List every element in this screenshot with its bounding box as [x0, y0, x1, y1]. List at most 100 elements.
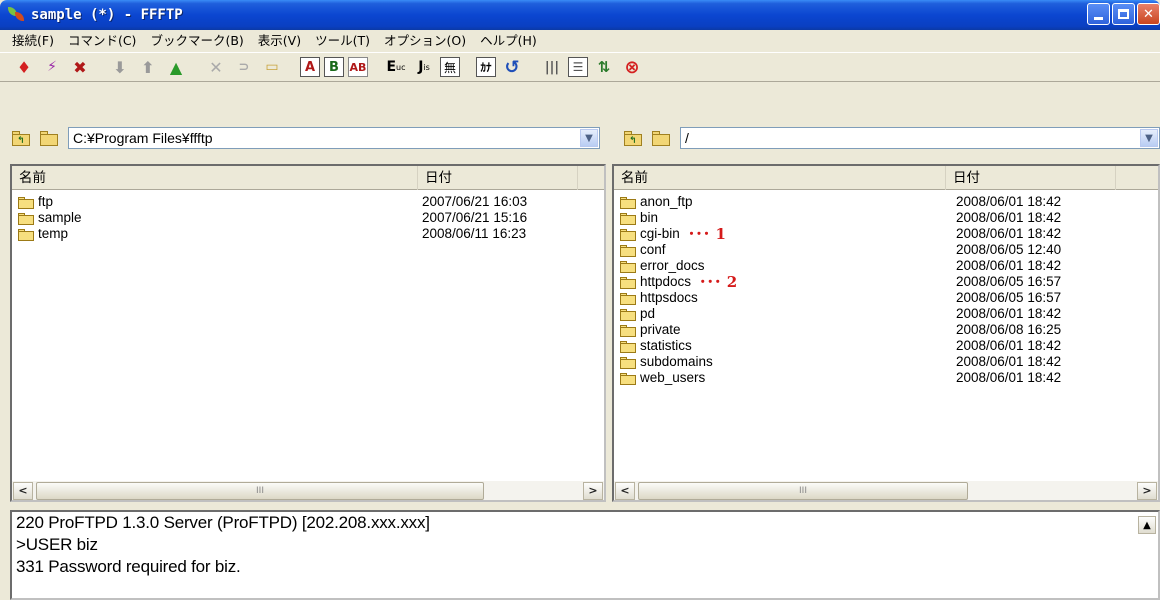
mkdir-icon[interactable]: ▭	[260, 55, 284, 79]
menu-options[interactable]: オプション(O)	[380, 30, 476, 52]
list-view-icon[interactable]: |||	[540, 55, 564, 79]
file-name-cell[interactable]: cgi-bin ･･･ 1	[620, 226, 726, 242]
scroll-thumb[interactable]: III	[36, 481, 484, 500]
scroll-thumb[interactable]: III	[638, 481, 968, 500]
local-col-name[interactable]: 名前	[12, 166, 418, 190]
rename-icon[interactable]: ⊃	[232, 55, 256, 79]
folder-icon	[620, 196, 637, 209]
detail-view-icon[interactable]: ☰	[568, 57, 588, 77]
scroll-up-icon[interactable]: ▲	[1138, 516, 1156, 534]
menu-connect[interactable]: 接続(F)	[8, 30, 64, 52]
close-button[interactable]: ✕	[1137, 3, 1160, 25]
file-name-cell[interactable]: httpsdocs	[620, 290, 698, 306]
file-row[interactable]: subdomains 2008/06/01 18:42	[614, 354, 1158, 370]
file-name-cell[interactable]: error_docs	[620, 258, 705, 274]
remote-col-date[interactable]: 日付	[946, 166, 1116, 190]
file-row[interactable]: anon_ftp 2008/06/01 18:42	[614, 194, 1158, 210]
scroll-right-icon[interactable]: >	[583, 481, 603, 500]
connect-icon[interactable]: ♦	[12, 55, 36, 79]
menu-view[interactable]: 表示(V)	[254, 30, 311, 52]
disconnect-icon[interactable]: ✖	[68, 55, 92, 79]
folder-icon	[620, 372, 637, 385]
scroll-left-icon[interactable]: <	[615, 481, 635, 500]
file-name-cell[interactable]: ftp	[18, 194, 53, 210]
menu-command[interactable]: コマンド(C)	[64, 30, 146, 52]
title-bar[interactable]: sample (*) - FFFTP ✕	[0, 0, 1160, 30]
remote-address-bar: ↰ / ▼	[612, 124, 1160, 152]
file-row[interactable]: sample 2007/06/21 15:16	[12, 210, 604, 226]
ascii-mode-icon[interactable]: A	[300, 57, 320, 77]
upload-icon[interactable]: ⬆	[136, 55, 160, 79]
delete-icon[interactable]: ✕	[204, 55, 228, 79]
maximize-button[interactable]	[1112, 3, 1135, 25]
menu-help[interactable]: ヘルプ(H)	[476, 30, 547, 52]
file-row[interactable]: statistics 2008/06/01 18:42	[614, 338, 1158, 354]
local-parent-folder-icon[interactable]: ↰	[10, 129, 32, 147]
file-row[interactable]: httpdocs ･･･ 2 2008/06/05 16:57	[614, 274, 1158, 290]
file-name-cell[interactable]: conf	[620, 242, 666, 258]
file-name-cell[interactable]: anon_ftp	[620, 194, 693, 210]
file-name-cell[interactable]: httpdocs ･･･ 2	[620, 274, 737, 290]
file-date: 2008/06/01 18:42	[956, 338, 1062, 353]
remote-open-folder-icon[interactable]	[650, 129, 672, 147]
binary-mode-icon[interactable]: B	[324, 57, 344, 77]
file-name-cell[interactable]: bin	[620, 210, 658, 226]
local-open-folder-icon[interactable]	[38, 129, 60, 147]
local-hscrollbar[interactable]: < III >	[12, 480, 604, 500]
local-file-list: ftp 2007/06/21 16:03 sample 2007/06/21 15:1…	[12, 194, 604, 242]
remote-file-pane[interactable]: 名前 日付 anon_ftp 2008/06/01 18:42 bin 2008/06…	[612, 164, 1160, 502]
local-column-header: 名前 日付	[12, 166, 604, 190]
file-name-cell[interactable]: web_users	[620, 370, 705, 386]
no-convert-icon[interactable]: 無	[440, 57, 460, 77]
file-row[interactable]: pd 2008/06/01 18:42	[614, 306, 1158, 322]
remote-col-name[interactable]: 名前	[614, 166, 946, 190]
local-col-date[interactable]: 日付	[418, 166, 578, 190]
auto-mode-icon[interactable]: AB	[348, 57, 368, 77]
file-name-cell[interactable]: sample	[18, 210, 82, 226]
mirror-upload-icon[interactable]: ▲	[164, 55, 188, 79]
chevron-down-icon[interactable]: ▼	[580, 129, 598, 147]
file-name-cell[interactable]: private	[620, 322, 681, 338]
menu-bookmark[interactable]: ブックマーク(B)	[146, 30, 253, 52]
file-name-cell[interactable]: subdomains	[620, 354, 713, 370]
chevron-down-icon[interactable]: ▼	[1140, 129, 1158, 147]
file-row[interactable]: private 2008/06/08 16:25	[614, 322, 1158, 338]
remote-path[interactable]: /	[681, 130, 1140, 146]
file-row[interactable]: httpsdocs 2008/06/05 16:57	[614, 290, 1158, 306]
kana-convert-icon[interactable]: ｶﾅ	[476, 57, 496, 77]
file-name-cell[interactable]: temp	[18, 226, 68, 242]
refresh-icon[interactable]: ↺	[500, 55, 524, 79]
file-row[interactable]: ftp 2007/06/21 16:03	[12, 194, 604, 210]
file-row[interactable]: conf 2008/06/05 12:40	[614, 242, 1158, 258]
euc-icon[interactable]: Euc	[384, 55, 408, 79]
scroll-left-icon[interactable]: <	[13, 481, 33, 500]
quick-connect-icon[interactable]: ⚡	[40, 55, 64, 79]
file-name: private	[640, 322, 681, 337]
file-name-cell[interactable]: statistics	[620, 338, 692, 354]
folder-icon	[620, 228, 637, 241]
log-window[interactable]: 220 ProFTPD 1.3.0 Server (ProFTPD) [202.…	[10, 510, 1160, 600]
local-path[interactable]: C:¥Program Files¥ffftp	[69, 130, 580, 146]
file-name: httpdocs	[640, 274, 692, 289]
menu-tools[interactable]: ツール(T)	[311, 30, 380, 52]
file-row[interactable]: web_users 2008/06/01 18:42	[614, 370, 1158, 386]
minimize-button[interactable]	[1087, 3, 1110, 25]
file-row[interactable]: bin 2008/06/01 18:42	[614, 210, 1158, 226]
jis-icon[interactable]: Jis	[412, 55, 436, 79]
file-name-cell[interactable]: pd	[620, 306, 655, 322]
file-date: 2008/06/08 16:25	[956, 322, 1062, 337]
folder-icon	[620, 356, 637, 369]
file-row[interactable]: cgi-bin ･･･ 1 2008/06/01 18:42	[614, 226, 1158, 242]
ffftp-app-icon[interactable]	[8, 6, 26, 24]
file-row[interactable]: temp 2008/06/11 16:23	[12, 226, 604, 242]
remote-parent-folder-icon[interactable]: ↰	[622, 129, 644, 147]
download-icon[interactable]: ⬇	[108, 55, 132, 79]
remote-path-combo[interactable]: / ▼	[680, 127, 1160, 149]
file-row[interactable]: error_docs 2008/06/01 18:42	[614, 258, 1158, 274]
scroll-right-icon[interactable]: >	[1137, 481, 1157, 500]
local-path-combo[interactable]: C:¥Program Files¥ffftp ▼	[68, 127, 600, 149]
remote-hscrollbar[interactable]: < III >	[614, 480, 1158, 500]
sync-icon[interactable]: ⇅	[592, 55, 616, 79]
local-file-pane[interactable]: 名前 日付 ftp 2007/06/21 16:03 sample 2007/06/2…	[10, 164, 606, 502]
stop-icon[interactable]: ⊗	[620, 55, 644, 79]
